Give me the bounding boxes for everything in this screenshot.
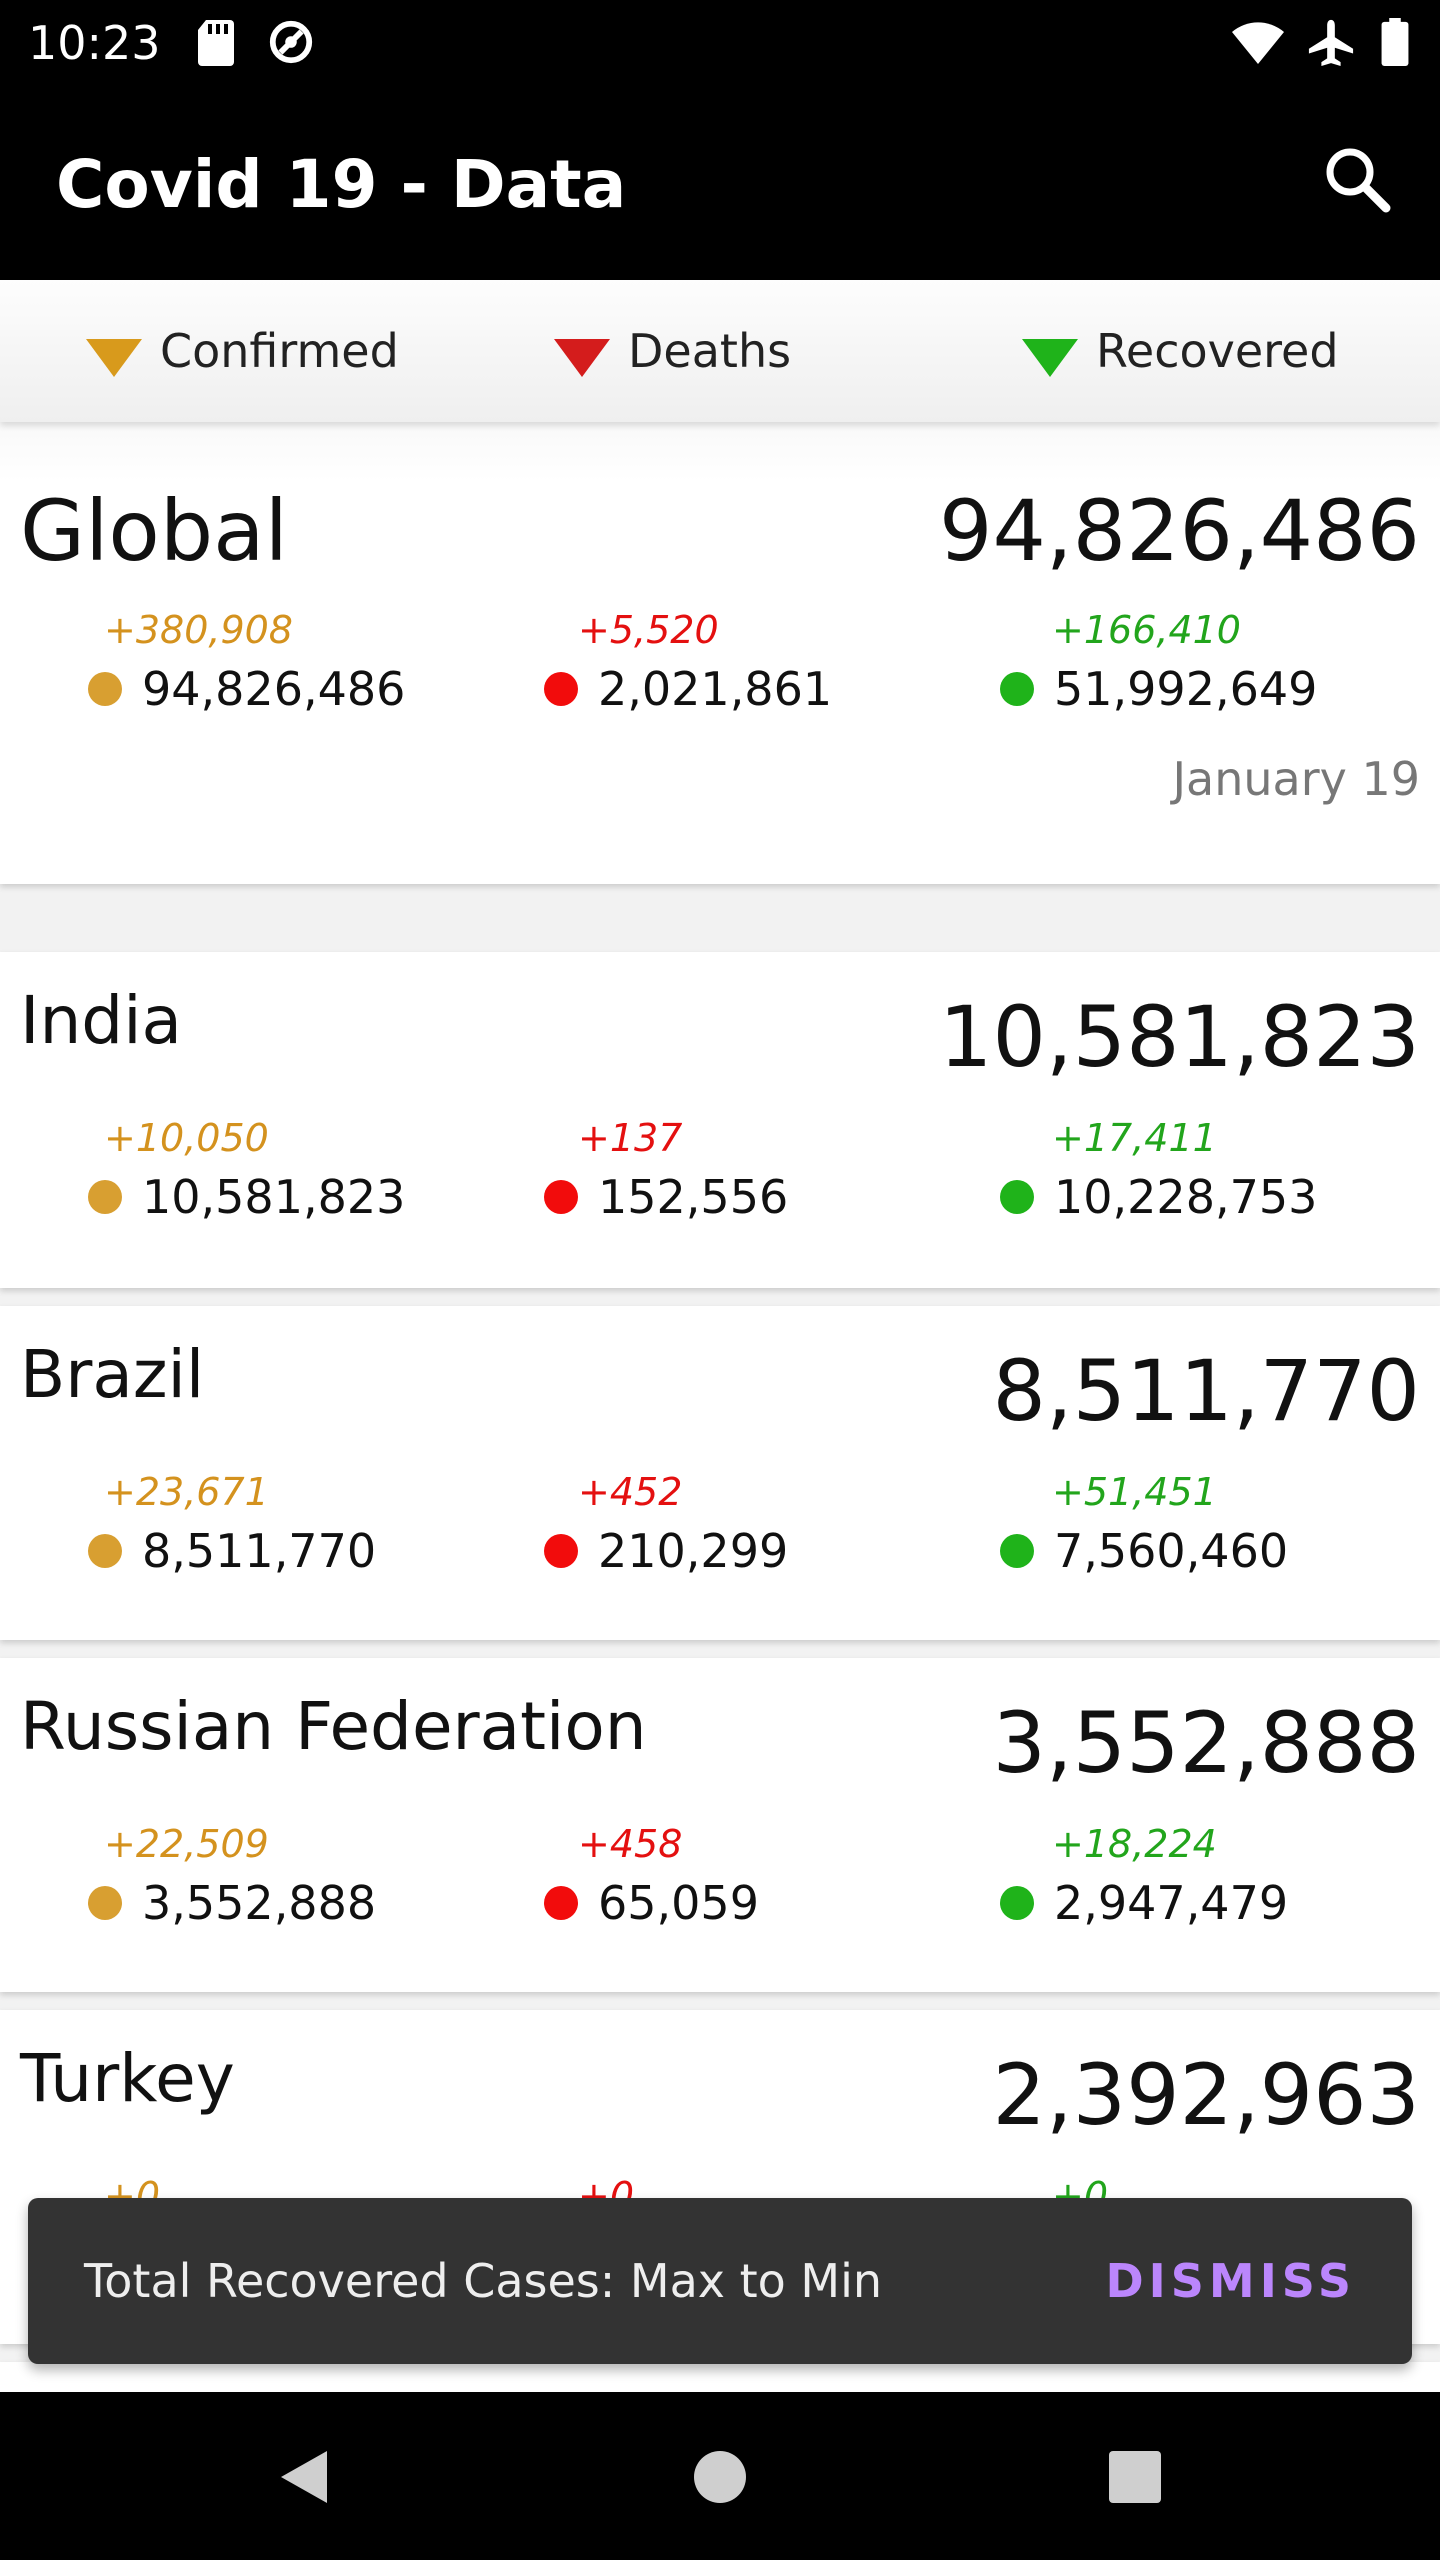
- app-bar: Covid 19 - Data: [0, 84, 1440, 280]
- sd-card-icon: [198, 20, 234, 66]
- recovered-dot-icon: [1000, 672, 1034, 706]
- confirmed-stat: 10,581,823: [88, 1170, 405, 1224]
- recovered-value: 2,947,479: [1054, 1876, 1289, 1930]
- home-button[interactable]: [675, 2432, 765, 2522]
- card-total: 2,392,963: [992, 2046, 1420, 2144]
- app-title: Covid 19 - Data: [56, 146, 627, 223]
- deaths-dot-icon: [544, 1886, 578, 1920]
- recovered-dot-icon: [1000, 1180, 1034, 1214]
- filter-recovered-label: Recovered: [1096, 324, 1339, 378]
- recents-icon: [1109, 2451, 1161, 2503]
- deaths-value: 152,556: [598, 1170, 789, 1224]
- confirmed-stat: 94,826,486: [88, 662, 405, 716]
- deaths-delta: +458: [578, 1822, 683, 1866]
- recovered-stat: 51,992,649: [1000, 662, 1317, 716]
- recovered-value: 10,228,753: [1054, 1170, 1318, 1224]
- card-name: Global: [20, 482, 288, 580]
- home-icon: [694, 2451, 746, 2503]
- filter-confirmed-label: Confirmed: [160, 324, 399, 378]
- deaths-dot-icon: [544, 1534, 578, 1568]
- deaths-stat: 152,556: [544, 1170, 788, 1224]
- confirmed-value: 3,552,888: [142, 1876, 377, 1930]
- deaths-value: 65,059: [598, 1876, 759, 1930]
- deaths-stat: 65,059: [544, 1876, 759, 1930]
- deaths-delta: +137: [578, 1116, 683, 1160]
- deaths-dot-icon: [544, 672, 578, 706]
- card-total: 10,581,823: [939, 988, 1420, 1086]
- card-total: 3,552,888: [992, 1694, 1420, 1792]
- triangle-down-icon: [86, 339, 142, 377]
- recovered-value: 51,992,649: [1054, 662, 1318, 716]
- confirmed-dot-icon: [88, 1180, 122, 1214]
- confirmed-value: 8,511,770: [142, 1524, 377, 1578]
- nav-bar: [0, 2392, 1440, 2560]
- card-name: Brazil: [20, 1336, 205, 1413]
- filter-recovered[interactable]: Recovered: [1022, 316, 1339, 386]
- snackbar-message: Total Recovered Cases: Max to Min: [84, 2254, 883, 2308]
- confirmed-value: 10,581,823: [142, 1170, 406, 1224]
- card-total: 8,511,770: [992, 1342, 1420, 1440]
- search-icon: [1326, 148, 1391, 213]
- filter-deaths[interactable]: Deaths: [554, 316, 791, 386]
- global-card[interactable]: Global 94,826,486 +380,908 +5,520 +166,4…: [0, 422, 1440, 884]
- status-bar: 10:23: [0, 0, 1440, 84]
- deaths-value: 2,021,861: [598, 662, 833, 716]
- confirmed-stat: 8,511,770: [88, 1524, 376, 1578]
- date-label: January 19: [1172, 752, 1420, 806]
- deaths-dot-icon: [544, 1180, 578, 1214]
- airplane-icon: [1308, 19, 1354, 66]
- recovered-delta: +18,224: [1052, 1822, 1217, 1866]
- recovered-value: 7,560,460: [1054, 1524, 1289, 1578]
- search-button[interactable]: [1316, 138, 1400, 222]
- do-not-disturb-icon: [269, 20, 313, 64]
- confirmed-delta: +380,908: [104, 608, 293, 652]
- confirmed-dot-icon: [88, 1886, 122, 1920]
- card-total: 94,826,486: [939, 482, 1420, 580]
- confirmed-dot-icon: [88, 672, 122, 706]
- triangle-down-icon: [554, 339, 610, 377]
- battery-icon: [1381, 18, 1409, 66]
- confirmed-dot-icon: [88, 1534, 122, 1568]
- back-button[interactable]: [258, 2432, 348, 2522]
- country-card[interactable]: India 10,581,823 +10,050 +137 +17,411 10…: [0, 952, 1440, 1288]
- filter-bar: Confirmed Deaths Recovered: [0, 280, 1440, 422]
- recovered-dot-icon: [1000, 1534, 1034, 1568]
- recovered-stat: 7,560,460: [1000, 1524, 1288, 1578]
- recovered-stat: 2,947,479: [1000, 1876, 1288, 1930]
- deaths-stat: 210,299: [544, 1524, 788, 1578]
- card-name: Turkey: [20, 2040, 235, 2117]
- deaths-delta: +5,520: [578, 608, 719, 652]
- confirmed-delta: +22,509: [104, 1822, 269, 1866]
- back-icon: [281, 2451, 327, 2503]
- recents-button[interactable]: [1090, 2432, 1180, 2522]
- card-name: Russian Federation: [20, 1688, 647, 1765]
- deaths-delta: +452: [578, 1470, 683, 1514]
- screen: 10:23 Covid 19 - Data Confirmed Deaths R…: [0, 0, 1440, 2560]
- country-card[interactable]: Brazil 8,511,770 +23,671 +452 +51,451 8,…: [0, 1306, 1440, 1640]
- snackbar: Total Recovered Cases: Max to Min DISMIS…: [28, 2198, 1412, 2364]
- dismiss-button[interactable]: DISMISS: [1105, 2254, 1356, 2308]
- status-time: 10:23: [28, 16, 161, 70]
- recovered-dot-icon: [1000, 1886, 1034, 1920]
- confirmed-delta: +10,050: [104, 1116, 269, 1160]
- recovered-delta: +166,410: [1052, 608, 1241, 652]
- deaths-stat: 2,021,861: [544, 662, 832, 716]
- filter-deaths-label: Deaths: [628, 324, 792, 378]
- filter-confirmed[interactable]: Confirmed: [86, 316, 399, 386]
- recovered-stat: 10,228,753: [1000, 1170, 1317, 1224]
- country-card[interactable]: Russian Federation 3,552,888 +22,509 +45…: [0, 1658, 1440, 1992]
- confirmed-delta: +23,671: [104, 1470, 269, 1514]
- recovered-delta: +51,451: [1052, 1470, 1217, 1514]
- deaths-value: 210,299: [598, 1524, 789, 1578]
- wifi-icon: [1232, 22, 1284, 64]
- confirmed-stat: 3,552,888: [88, 1876, 376, 1930]
- recovered-delta: +17,411: [1052, 1116, 1217, 1160]
- triangle-down-icon: [1022, 339, 1078, 377]
- confirmed-value: 94,826,486: [142, 662, 406, 716]
- card-name: India: [20, 982, 182, 1059]
